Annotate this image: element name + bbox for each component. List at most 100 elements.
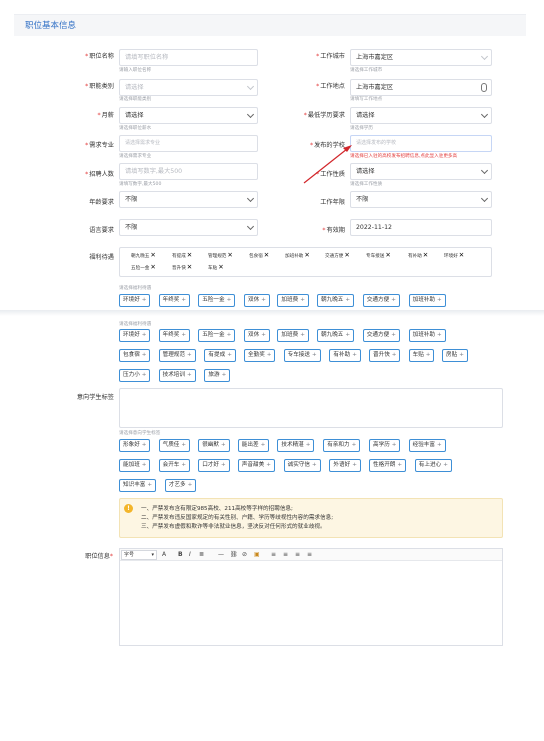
tag-label: 晋升快 bbox=[373, 352, 390, 358]
image-icon[interactable]: ▣ bbox=[254, 551, 260, 559]
tag-label: 形象好 bbox=[123, 442, 140, 448]
welfare-tag-option[interactable]: 房贴 + bbox=[442, 349, 468, 362]
tag-label: 旅游 bbox=[208, 372, 220, 378]
italic-icon[interactable]: I bbox=[189, 551, 191, 559]
welfare-tag-option[interactable]: 加班费 + bbox=[277, 329, 309, 342]
tag-label: 有补助 bbox=[333, 352, 351, 358]
welfare-tag-option[interactable]: 五险一金 + bbox=[198, 329, 236, 342]
job-info-editor[interactable] bbox=[119, 548, 503, 646]
student-tag-option[interactable]: 知识丰富 + bbox=[119, 479, 157, 492]
plus-icon: + bbox=[181, 462, 187, 468]
student-tag-option[interactable]: 有上进心 + bbox=[414, 459, 452, 472]
welfare-tag-option[interactable]: 有提成 + bbox=[204, 349, 236, 362]
student-tags-hint: 请选择意向学生标签 bbox=[119, 431, 161, 436]
student-tag-option[interactable]: 声音甜美 + bbox=[237, 459, 275, 472]
plus-icon: + bbox=[311, 352, 317, 358]
font-size-label: 字号 bbox=[124, 552, 135, 558]
link-icon[interactable]: ⛓ bbox=[230, 551, 238, 559]
welfare-tag-option[interactable]: 技术培训 + bbox=[158, 369, 196, 382]
welfare-tag-option[interactable]: 环境好 + bbox=[119, 329, 151, 342]
plus-icon: + bbox=[443, 462, 448, 468]
student-tag-option[interactable]: 会开车 + bbox=[158, 459, 191, 472]
annotation-arrow-line bbox=[303, 148, 348, 184]
welfare-tag-option[interactable]: 晋升快 + bbox=[369, 349, 401, 362]
tag-label: 技术精湛 bbox=[281, 442, 304, 448]
plus-icon: + bbox=[141, 332, 147, 338]
notice-line-2: 二、严禁发布违反国家规定的有关性别、户籍、学历等歧视性内容的需求信息; bbox=[141, 515, 334, 521]
tag-label: 包食宿 bbox=[123, 352, 140, 358]
student-tag-option[interactable]: 能加班 + bbox=[119, 459, 151, 472]
student-tag-option[interactable]: 气质佳 + bbox=[158, 439, 191, 452]
align-right-icon[interactable]: ≡ bbox=[295, 551, 300, 559]
tag-label: 加班补助 bbox=[412, 332, 435, 338]
student-tag-option[interactable]: 外语好 + bbox=[329, 459, 361, 472]
plus-icon: + bbox=[220, 442, 226, 448]
student-tag-option[interactable]: 才艺多 + bbox=[164, 479, 197, 492]
welfare-tag-option[interactable]: 压力小 + bbox=[119, 369, 151, 382]
warning-icon: ! bbox=[124, 504, 133, 513]
student-tag-option[interactable]: 技术精湛 + bbox=[277, 439, 315, 452]
student-tag-option[interactable]: 诚实守信 + bbox=[283, 459, 321, 472]
plus-icon: + bbox=[226, 332, 232, 338]
welfare-tag-option[interactable]: 年终奖 + bbox=[158, 329, 191, 342]
line-height-icon[interactable]: ≣ bbox=[199, 551, 204, 559]
tag-label: 诚实守信 bbox=[287, 462, 310, 468]
font-size-select[interactable]: 字号 ▾ bbox=[121, 550, 157, 560]
student-tag-option[interactable]: 高学历 + bbox=[369, 439, 401, 452]
tag-label: 很幽默 bbox=[202, 442, 219, 448]
welfare-tag-option[interactable]: 加班补助 + bbox=[408, 329, 446, 342]
plus-icon: + bbox=[425, 352, 431, 358]
student-tags-box[interactable] bbox=[119, 388, 503, 428]
welfare-tag-option[interactable]: 有补助 + bbox=[329, 349, 361, 362]
welfare-tag-option[interactable]: 管理规范 + bbox=[158, 349, 196, 362]
tag-label: 有提成 bbox=[208, 352, 226, 358]
tag-label: 朝九晚五 bbox=[321, 332, 344, 338]
tag-label: 气质佳 bbox=[162, 442, 180, 448]
plus-icon: + bbox=[141, 352, 147, 358]
welfare-tag-option[interactable]: 双休 + bbox=[244, 329, 270, 342]
tag-label: 房贴 bbox=[446, 352, 458, 358]
plus-icon: + bbox=[181, 332, 187, 338]
welfare-tag-option[interactable]: 包食宿 + bbox=[119, 349, 151, 362]
bold-icon[interactable]: B bbox=[178, 551, 183, 559]
align-left-icon[interactable]: ≡ bbox=[271, 551, 276, 559]
welfare-tag-option[interactable]: 旅游 + bbox=[204, 369, 231, 382]
plus-icon: + bbox=[220, 462, 226, 468]
welfare-tag-option[interactable]: 朝九晚五 + bbox=[317, 329, 355, 342]
student-tag-option[interactable]: 能出差 + bbox=[237, 439, 270, 452]
plus-icon: + bbox=[305, 442, 311, 448]
plus-icon: + bbox=[266, 462, 271, 468]
align-center-icon[interactable]: ≡ bbox=[283, 551, 288, 559]
unlink-icon[interactable]: ⊘ bbox=[242, 551, 247, 559]
student-tag-option[interactable]: 很幽默 + bbox=[198, 439, 230, 452]
tag-label: 经验丰富 bbox=[412, 442, 435, 448]
plus-icon: + bbox=[391, 332, 396, 338]
plus-icon: + bbox=[227, 352, 232, 358]
plus-icon: + bbox=[391, 442, 397, 448]
section-divider bbox=[0, 310, 544, 316]
plus-icon: + bbox=[352, 462, 357, 468]
tag-label: 压力小 bbox=[123, 372, 140, 378]
student-tag-option[interactable]: 形象好 + bbox=[119, 439, 151, 452]
plus-icon: + bbox=[221, 372, 227, 378]
tag-label: 全勤奖 bbox=[248, 352, 265, 358]
student-tag-option[interactable]: 经验丰富 + bbox=[408, 439, 446, 452]
tag-label: 五险一金 bbox=[202, 332, 225, 338]
student-tag-option[interactable]: 有亲和力 + bbox=[323, 439, 361, 452]
student-tag-option[interactable]: 口才好 + bbox=[198, 459, 230, 472]
plus-icon: + bbox=[436, 442, 442, 448]
plus-icon: + bbox=[266, 352, 272, 358]
tag-label: 高学历 bbox=[373, 442, 390, 448]
plus-icon: + bbox=[261, 332, 266, 338]
welfare-tag-option[interactable]: 全勤奖 + bbox=[244, 349, 276, 362]
tag-label: 专车接送 bbox=[287, 352, 310, 358]
welfare-tag-option[interactable]: 专车接送 + bbox=[283, 349, 321, 362]
tag-label: 能加班 bbox=[123, 462, 140, 468]
student-tag-option[interactable]: 性格开朗 + bbox=[369, 459, 407, 472]
align-justify-icon[interactable]: ≡ bbox=[307, 551, 312, 559]
welfare-tag-option[interactable]: 车贴 + bbox=[408, 349, 435, 362]
font-color-icon[interactable]: A bbox=[162, 551, 166, 559]
welfare-tag-option[interactable]: 交通方便 + bbox=[362, 329, 400, 342]
tag-label: 双休 bbox=[248, 332, 260, 338]
hr-icon[interactable]: — bbox=[218, 551, 224, 559]
